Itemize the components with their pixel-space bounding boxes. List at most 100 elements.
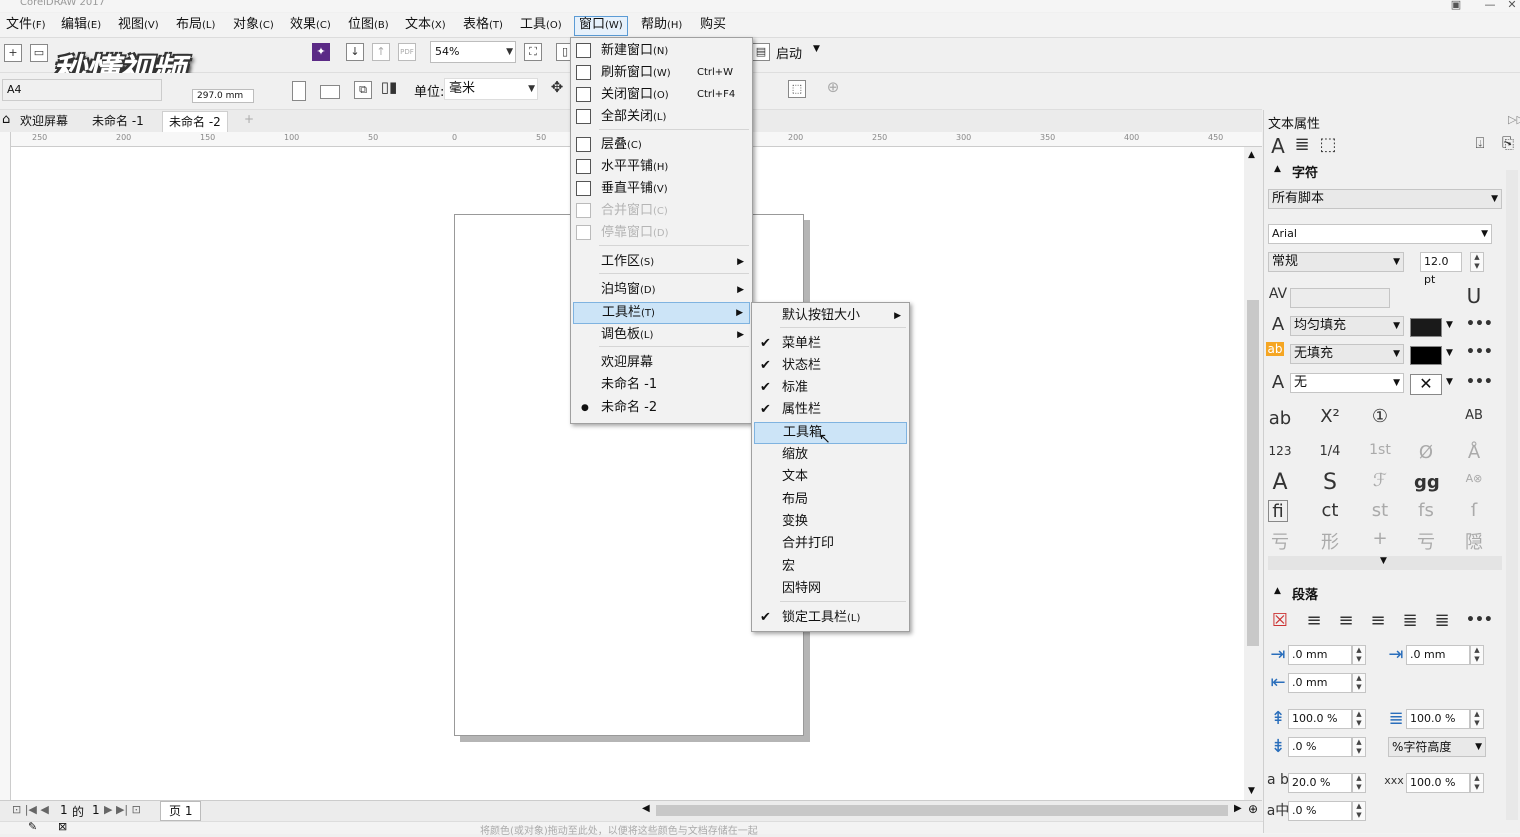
cjk-icon-5[interactable]: 隠 xyxy=(1462,528,1486,554)
current-page-icon[interactable]: ▯▮ xyxy=(380,79,398,97)
doc-tab[interactable]: 未命名 -1 xyxy=(86,111,150,131)
text-fill-icon[interactable]: A xyxy=(1266,314,1290,335)
toolbar-menu-item[interactable]: ✔ 锁定工具栏(L) xyxy=(754,607,907,629)
left-indent-field[interactable]: .0 mm xyxy=(1406,645,1470,665)
space-after-spinner[interactable]: ▲ ▼ xyxy=(1470,709,1484,729)
window-menu-item[interactable]: 垂直平铺(V) xyxy=(573,178,750,200)
toolbar-menu-item[interactable]: ✔ 菜单栏 xyxy=(754,333,907,355)
expand-glyphs-bar[interactable]: ▼ xyxy=(1268,556,1502,570)
menu-2[interactable]: 视图(V) xyxy=(114,16,163,34)
page-width-field[interactable]: 297.0 mm xyxy=(192,89,254,103)
outline-color-swatch[interactable]: ✕ xyxy=(1410,374,1442,395)
char-spacing-spinner[interactable]: ▲ ▼ xyxy=(1352,773,1366,793)
char-spacing-icon[interactable]: a b xyxy=(1266,772,1290,788)
toolbar-menu-item[interactable]: 文本 xyxy=(754,466,907,488)
ornament-icon[interactable]: A⊗ xyxy=(1462,472,1486,485)
open-folder-icon[interactable]: ▭ xyxy=(30,44,48,62)
underline-icon[interactable]: U xyxy=(1462,284,1486,308)
align-left-icon[interactable]: ≡ xyxy=(1302,610,1326,631)
menu-12[interactable]: 购买 xyxy=(696,16,730,34)
window-menu-item[interactable]: 刷新窗口(W) Ctrl+W xyxy=(573,62,750,84)
bg-color-dropdown-icon[interactable]: ▼ xyxy=(1446,348,1453,358)
new-panel-icon[interactable]: ⎘ xyxy=(1496,134,1520,152)
fill-color-dropdown-icon[interactable]: ▼ xyxy=(1446,320,1453,330)
menu-6[interactable]: 位图(B) xyxy=(344,16,393,34)
stylistic-a-icon[interactable]: A xyxy=(1268,470,1292,495)
left-indent-icon[interactable]: ⇥ xyxy=(1384,644,1408,665)
doc-tab[interactable]: 欢迎屏幕 xyxy=(14,111,74,131)
panel-scrollbar[interactable] xyxy=(1506,170,1518,820)
first-indent-icon[interactable]: ⇥ xyxy=(1266,644,1290,665)
titling-icon[interactable]: ℱ xyxy=(1368,470,1392,491)
bg-fill-select[interactable]: 无填充 ▼ xyxy=(1290,344,1404,364)
ligature-gg-icon[interactable]: gg xyxy=(1414,472,1440,493)
ordinal-icon[interactable]: 1st xyxy=(1368,442,1392,458)
window-menu-item[interactable]: 工作区(S) ▶ xyxy=(573,251,750,273)
line-spacing-field[interactable]: .0 % xyxy=(1288,737,1352,757)
page-tab[interactable]: 页 1 xyxy=(160,801,202,821)
circled-number-icon[interactable]: ① xyxy=(1368,406,1392,427)
scroll-left-icon[interactable]: ◀ xyxy=(642,803,650,814)
bg-more-icon[interactable]: ••• xyxy=(1466,344,1493,360)
window-menu-item[interactable]: 全部关闭(L) xyxy=(573,106,750,128)
fi-ligature-icon[interactable]: fi xyxy=(1268,500,1288,522)
ct-ligature-icon[interactable]: ct xyxy=(1318,500,1342,521)
toolbar-menu-item[interactable]: 工具箱 ↖ xyxy=(754,422,907,447)
outline-icon[interactable]: A xyxy=(1266,372,1290,393)
menu-1[interactable]: 编辑(E) xyxy=(57,16,105,34)
right-indent-field[interactable]: .0 mm xyxy=(1288,673,1352,693)
space-after-icon[interactable]: ⇟ xyxy=(1266,736,1290,757)
swash-icon[interactable]: S xyxy=(1318,470,1342,495)
fill-more-icon[interactable]: ••• xyxy=(1466,316,1493,332)
fill-color-swatch[interactable] xyxy=(1410,318,1442,337)
menu-7[interactable]: 文本(X) xyxy=(401,16,450,34)
toolbar-menu-item[interactable]: ✔ 标准 xyxy=(754,377,907,399)
word-spacing-icon[interactable]: xxx xyxy=(1382,774,1406,787)
size-spinner[interactable]: ▲ ▼ xyxy=(1470,252,1484,272)
doc-tab[interactable]: 未命名 -2 xyxy=(162,111,228,132)
background-fill-icon[interactable]: ab xyxy=(1266,342,1284,356)
line-spacing-spinner[interactable]: ▲ ▼ xyxy=(1352,737,1366,757)
window-menu-item[interactable]: 水平平铺(H) xyxy=(573,156,750,178)
toolbar-menu-item[interactable]: 变换 xyxy=(754,511,907,533)
menu-0[interactable]: 文件(F) xyxy=(2,16,50,34)
window-menu-item[interactable]: 层叠(C) xyxy=(573,134,750,156)
page-size-select[interactable]: A4 xyxy=(2,79,162,101)
align-center-icon[interactable]: ≡ xyxy=(1334,610,1358,631)
unit-select[interactable]: 毫米 ▼ xyxy=(444,78,538,100)
add-tab-icon[interactable]: + xyxy=(244,112,254,126)
kerning-field[interactable] xyxy=(1290,288,1390,308)
space-before-field[interactable]: 100.0 % xyxy=(1288,709,1352,729)
landscape-icon[interactable] xyxy=(320,85,340,99)
first-indent-spinner[interactable]: ▲ ▼ xyxy=(1352,645,1366,665)
font-select[interactable]: Arial ▼ xyxy=(1268,224,1492,244)
fs-ligature-icon[interactable]: fs xyxy=(1414,500,1438,521)
import-icon[interactable]: ↓ xyxy=(346,43,364,61)
menu-3[interactable]: 布局(L) xyxy=(172,16,219,34)
bg-color-swatch[interactable] xyxy=(1410,346,1442,365)
word-spacing-field[interactable]: 100.0 % xyxy=(1406,773,1470,793)
eyedropper-icon[interactable]: ✎ xyxy=(28,820,37,833)
window-menu-item[interactable]: 未命名 -1 xyxy=(573,374,750,396)
vertical-scroll-thumb[interactable] xyxy=(1247,300,1259,646)
fraction-icon[interactable]: 1/4 xyxy=(1318,444,1342,459)
lang-spacing-field[interactable]: .0 % xyxy=(1288,801,1352,821)
right-indent-icon[interactable]: ⇤ xyxy=(1266,672,1290,693)
apply-icon[interactable]: ⍗ xyxy=(1468,134,1492,152)
paragraph-tab-icon[interactable]: ≣ xyxy=(1290,134,1314,155)
collapse-para-icon[interactable]: ▲ xyxy=(1274,586,1281,596)
left-indent-spinner[interactable]: ▲ ▼ xyxy=(1470,645,1484,665)
slashed-zero-icon[interactable]: Ø xyxy=(1414,442,1438,463)
bleed-icon[interactable]: ⬚ xyxy=(788,80,806,98)
toolbar-menu-item[interactable]: ✔ 属性栏 xyxy=(754,399,907,421)
page-nav-forward-icon[interactable]: ▶ ▶| ⊡ xyxy=(104,803,141,816)
force-justify-icon[interactable]: ≣ xyxy=(1430,610,1454,631)
collapse-char-icon[interactable]: ▲ xyxy=(1274,164,1281,174)
minimize-icon[interactable]: — xyxy=(1482,0,1498,11)
new-document-icon[interactable]: + xyxy=(4,44,22,62)
space-before-icon[interactable]: ⇞ xyxy=(1266,708,1290,729)
no-color-icon[interactable]: ⊠ xyxy=(58,820,67,833)
cjk-icon-1[interactable]: 亏 xyxy=(1268,528,1292,554)
scroll-right-icon[interactable]: ▶ xyxy=(1234,803,1242,814)
panel-expand-icon[interactable]: ▷▷ xyxy=(1508,113,1520,126)
